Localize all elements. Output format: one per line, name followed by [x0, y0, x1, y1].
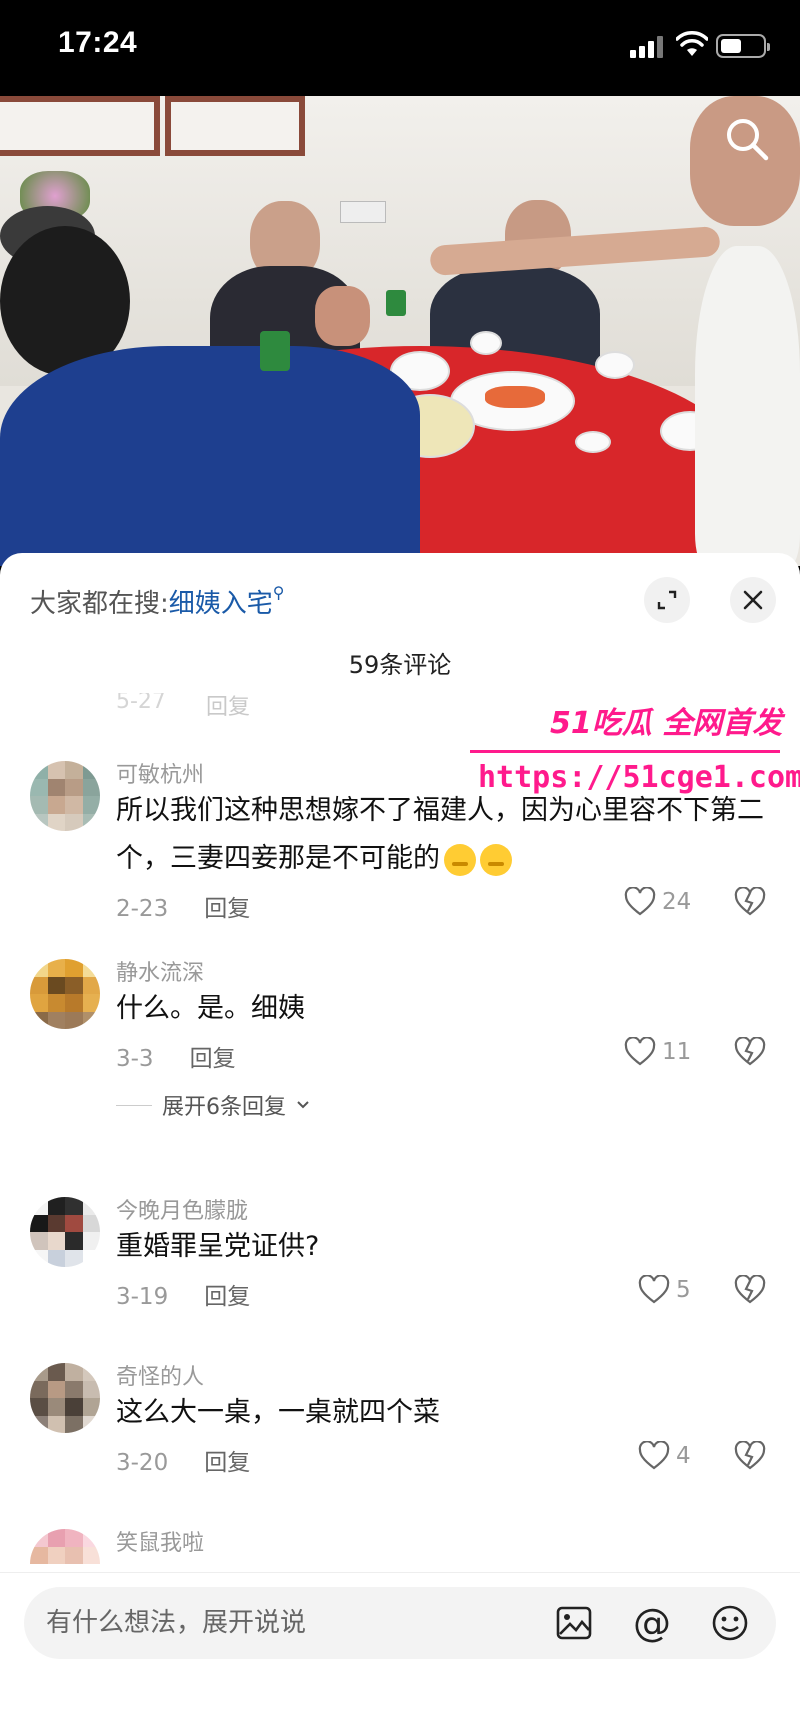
comment-username[interactable]: 笑鼠我啦	[116, 1525, 204, 1557]
search-icon[interactable]	[724, 116, 770, 162]
avatar[interactable]	[30, 1529, 100, 1575]
status-time: 17:24	[58, 26, 138, 59]
dislike-icon[interactable]	[734, 1037, 766, 1067]
like-button[interactable]: 5	[638, 1275, 691, 1305]
watermark: 51吃瓜 全网首发 https://51cge1.com	[470, 698, 800, 808]
avatar[interactable]	[30, 1197, 100, 1267]
comment-date: 3-3	[116, 1046, 154, 1072]
avatar[interactable]	[30, 959, 100, 1029]
like-count: 4	[676, 1443, 691, 1469]
watermark-title: 51吃瓜 全网首发	[550, 706, 783, 741]
comments-panel: 大家都在搜:细姨入宅⚲ 59条评论 5-27 回复 可敏杭州 所以我们这种思想嫁…	[0, 553, 800, 1731]
comment-username[interactable]: 奇怪的人	[116, 1359, 204, 1391]
expand-replies-button[interactable]: 展开6条回复	[116, 1089, 310, 1121]
watermark-url: https://51cge1.com	[478, 760, 800, 795]
comment-item: 今晚月色朦胧 重婚罪呈党证供? 3-19 回复 5	[0, 1197, 800, 1337]
expand-icon	[657, 590, 677, 610]
like-count: 11	[662, 1039, 692, 1065]
signal-icon	[630, 36, 666, 58]
comment-text: 重婚罪呈党证供?	[116, 1231, 320, 1262]
heart-icon	[624, 887, 656, 916]
comment-count: 59条评论	[348, 651, 452, 679]
wifi-icon	[676, 31, 708, 56]
comment-item: 奇怪的人 这么大一桌，一桌就四个菜 3-20 回复 4	[0, 1363, 800, 1503]
trending-search-prefix: 大家都在搜:	[30, 589, 169, 619]
comment-meta: 3-20 回复	[116, 1443, 250, 1477]
divider	[116, 1104, 152, 1106]
comment-text: 这么大一桌，一桌就四个菜	[116, 1397, 440, 1428]
like-button[interactable]: 24	[624, 887, 691, 917]
watermark-line	[470, 750, 780, 753]
trending-search-keyword[interactable]: 细姨入宅	[169, 589, 273, 619]
reply-button[interactable]: 回复	[204, 1284, 250, 1310]
mention-icon[interactable]: @	[632, 1601, 672, 1645]
comment-meta: 3-19 回复	[116, 1277, 250, 1311]
comment-input[interactable]	[46, 1587, 546, 1659]
comment-input-container[interactable]: @	[24, 1587, 776, 1659]
comment-meta: 2-23 回复	[116, 889, 250, 923]
comment-list[interactable]: 5-27 回复 可敏杭州 所以我们这种思想嫁不了福建人，因为心里容不下第二个，三…	[0, 693, 800, 1575]
like-button[interactable]: 11	[624, 1037, 691, 1067]
heart-icon	[638, 1441, 670, 1470]
heart-icon	[624, 1037, 656, 1066]
fullscreen-button[interactable]	[644, 577, 690, 623]
dislike-icon[interactable]	[734, 1441, 766, 1471]
expand-replies-label: 展开6条回复	[162, 1095, 286, 1120]
dislike-icon[interactable]	[734, 1275, 766, 1305]
comment-text: 什么。是。细姨	[116, 993, 305, 1024]
comment-username[interactable]: 静水流深	[116, 955, 204, 987]
status-bar: 17:24	[0, 0, 800, 96]
emoji-icon[interactable]	[710, 1603, 750, 1643]
trending-search[interactable]: 大家都在搜:细姨入宅⚲	[30, 583, 285, 620]
comment-date: 5-27	[116, 693, 166, 714]
dislike-icon[interactable]	[734, 887, 766, 917]
battery-icon	[716, 34, 770, 58]
comment-item: 静水流深 什么。是。细姨 3-3 回复 11 展开6条回复	[0, 959, 800, 1149]
comment-username[interactable]: 今晚月色朦胧	[116, 1193, 248, 1225]
like-count: 5	[676, 1277, 691, 1303]
search-small-icon: ⚲	[272, 583, 285, 602]
close-button[interactable]	[730, 577, 776, 623]
reply-button[interactable]: 回复	[204, 896, 250, 922]
comment-date: 2-23	[116, 896, 169, 922]
like-count: 24	[662, 889, 692, 915]
comment-item: 笑鼠我啦	[0, 1529, 800, 1575]
avatar[interactable]	[30, 761, 100, 831]
avatar[interactable]	[30, 1363, 100, 1433]
comment-date: 3-19	[116, 1284, 169, 1310]
reply-button[interactable]: 回复	[190, 1046, 236, 1072]
reply-button[interactable]: 回复	[206, 693, 250, 721]
reply-button[interactable]: 回复	[204, 1450, 250, 1476]
comment-input-bar: @	[0, 1572, 800, 1731]
comment-meta: 3-3 回复	[116, 1039, 236, 1073]
chevron-down-icon	[297, 1101, 309, 1109]
image-icon[interactable]	[554, 1603, 594, 1643]
like-button[interactable]: 4	[638, 1441, 691, 1471]
heart-icon	[638, 1275, 670, 1304]
video-player[interactable]	[0, 96, 800, 566]
comment-username[interactable]: 可敏杭州	[116, 757, 204, 789]
smirk-emoji-icon	[480, 843, 512, 876]
close-icon	[743, 590, 763, 610]
comment-date: 3-20	[116, 1450, 169, 1476]
smirk-emoji-icon	[444, 843, 476, 876]
